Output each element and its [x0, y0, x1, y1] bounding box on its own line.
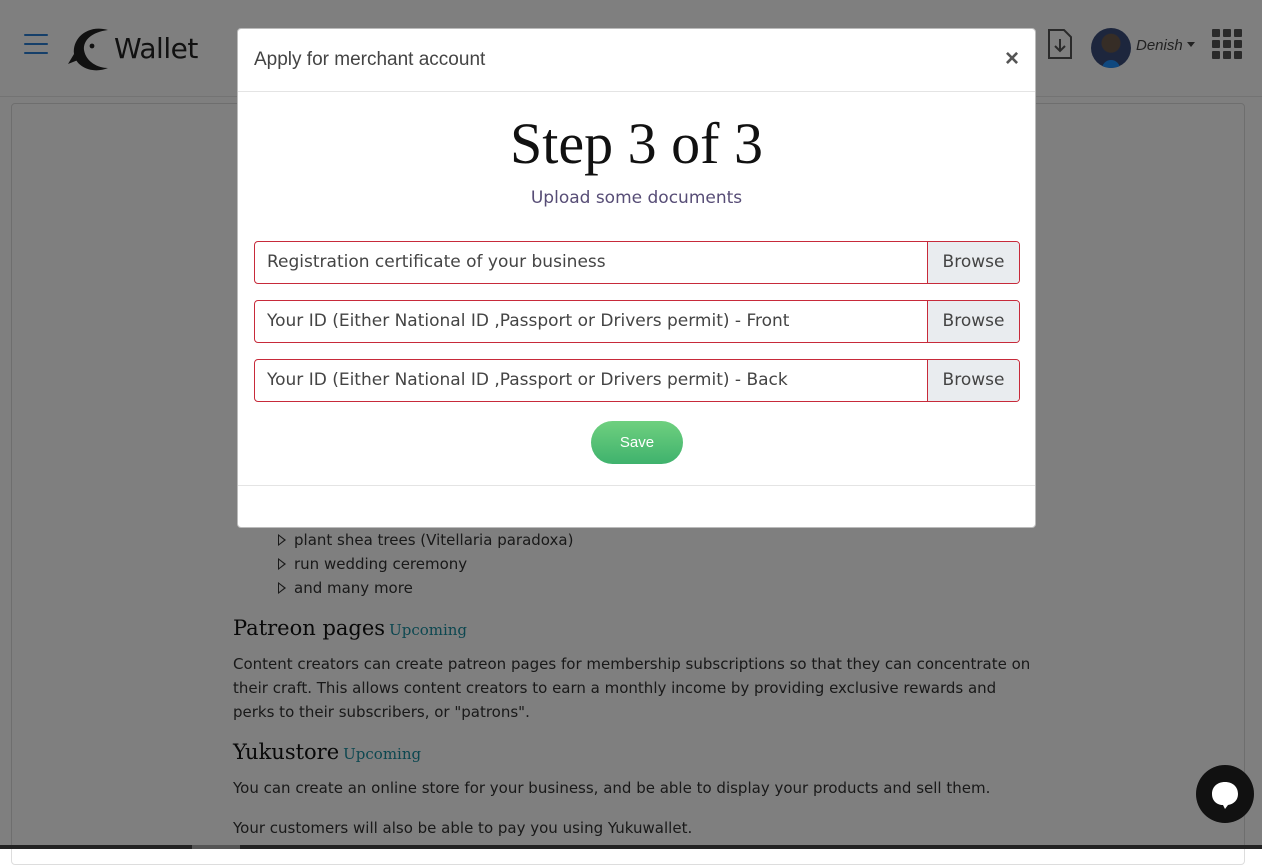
step-title: Step 3 of 3	[510, 111, 763, 176]
chat-widget-button[interactable]	[1196, 765, 1254, 823]
modal-footer	[238, 485, 1035, 527]
id-back-upload[interactable]: Your ID (Either National ID ,Passport or…	[254, 359, 1020, 402]
horizontal-scrollbar[interactable]	[0, 845, 1262, 849]
scrollbar-thumb[interactable]	[192, 845, 240, 849]
modal-header: Apply for merchant account ×	[238, 29, 1035, 92]
registration-certificate-upload[interactable]: Registration certificate of your busines…	[254, 241, 1020, 284]
file-input-label[interactable]: Registration certificate of your busines…	[255, 242, 927, 283]
merchant-account-modal: Apply for merchant account × Step 3 of 3…	[237, 28, 1036, 528]
file-input-label[interactable]: Your ID (Either National ID ,Passport or…	[255, 301, 927, 342]
browse-button[interactable]: Browse	[927, 301, 1019, 342]
chat-bubble-icon	[1212, 782, 1238, 809]
save-button[interactable]: Save	[591, 421, 683, 464]
step-subtitle: Upload some documents	[530, 188, 743, 208]
id-front-upload[interactable]: Your ID (Either National ID ,Passport or…	[254, 300, 1020, 343]
file-input-label[interactable]: Your ID (Either National ID ,Passport or…	[255, 360, 927, 401]
browse-button[interactable]: Browse	[927, 242, 1019, 283]
modal-title: Apply for merchant account	[254, 49, 486, 70]
close-button[interactable]: ×	[1005, 45, 1019, 73]
browse-button[interactable]: Browse	[927, 360, 1019, 401]
